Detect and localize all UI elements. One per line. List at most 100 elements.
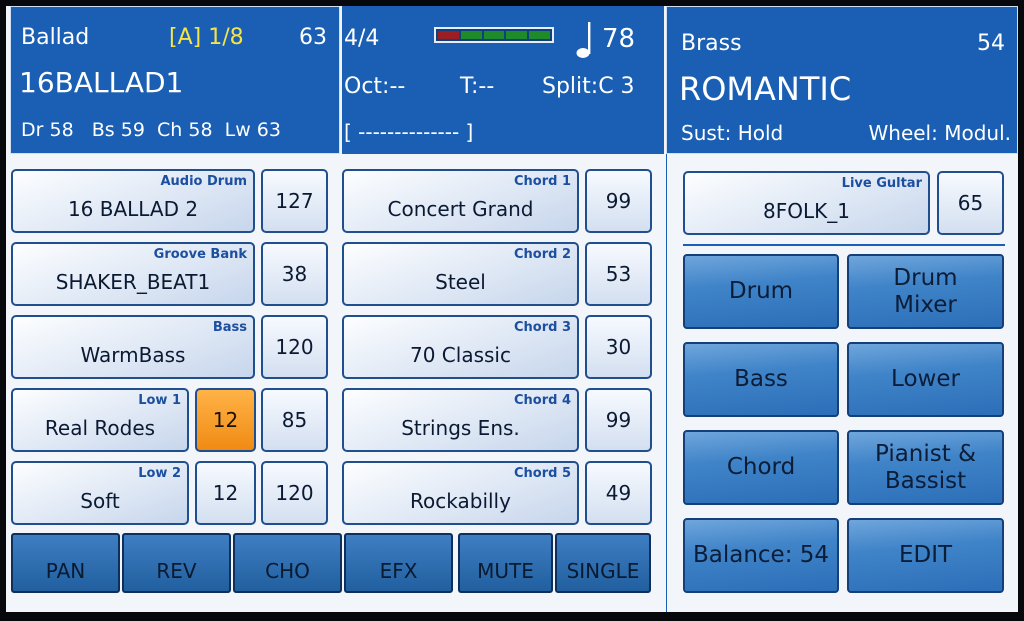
low2-volume[interactable]: 120 xyxy=(261,461,328,525)
volume-value: 120 xyxy=(275,335,314,359)
style-panel[interactable]: Ballad [A] 1/8 63 16BALLAD1 Dr 58 Bs 59 … xyxy=(10,6,340,154)
audio-drum-button[interactable]: Audio Drum 16 BALLAD 2 xyxy=(11,169,255,233)
track-category: Low 2 xyxy=(138,466,181,481)
low2-button[interactable]: Low 2 Soft xyxy=(11,461,189,525)
track-sound: Strings Ens. xyxy=(401,416,520,440)
chord5-volume[interactable]: 49 xyxy=(585,461,652,525)
style-variation: [A] 1/8 xyxy=(169,25,244,50)
bass-track-volume[interactable]: 120 xyxy=(261,315,328,379)
tempo-value[interactable]: 78 xyxy=(602,26,635,52)
sustain-setting: Sust: Hold xyxy=(681,121,784,145)
volume-value: 30 xyxy=(605,335,632,359)
audio-drum-volume[interactable]: 127 xyxy=(261,169,328,233)
track-category: Chord 2 xyxy=(513,247,571,262)
volume-value: 85 xyxy=(281,408,308,432)
track-category: Live Gultar xyxy=(841,176,922,191)
chord5-button[interactable]: Chord 5 Rockabilly xyxy=(342,461,579,525)
volume-value: 99 xyxy=(605,408,632,432)
pan-button[interactable]: PAN xyxy=(11,533,120,593)
panel-divider xyxy=(666,154,667,612)
time-signature: 4/4 xyxy=(344,26,380,51)
drum-button[interactable]: Drum xyxy=(683,254,839,329)
style-title: 16BALLAD1 xyxy=(19,66,184,99)
bass-track-button[interactable]: Bass WarmBass xyxy=(11,315,255,379)
meter-segment xyxy=(529,31,550,39)
track-category: Bass xyxy=(212,320,247,335)
chord3-volume[interactable]: 30 xyxy=(585,315,652,379)
groove-bank-button[interactable]: Groove Bank SHAKER_BEAT1 xyxy=(11,242,255,306)
chord-display: [ -------------- ] xyxy=(344,120,474,144)
live-guitar-button[interactable]: Live Gultar 8FOLK_1 xyxy=(683,171,930,235)
volume-value: 127 xyxy=(275,189,314,213)
rev-button[interactable]: REV xyxy=(122,533,231,593)
style-name: Ballad xyxy=(21,25,90,50)
track-category: Chord 4 xyxy=(513,393,571,408)
lower-button[interactable]: Lower xyxy=(847,342,1004,417)
track-sound: SHAKER_BEAT1 xyxy=(55,270,211,294)
drum-mixer-button[interactable]: Drum Mixer xyxy=(847,254,1004,329)
octave-value: Oct:-- xyxy=(344,74,406,99)
chord2-button[interactable]: Chord 2 Steel xyxy=(342,242,579,306)
mute-button[interactable]: MUTE xyxy=(458,533,553,593)
transpose-value: T:-- xyxy=(460,74,495,99)
track-sound: 8FOLK_1 xyxy=(763,199,850,223)
meter-segment xyxy=(460,31,482,39)
low1-volume[interactable]: 85 xyxy=(261,388,328,452)
cho-button[interactable]: CHO xyxy=(233,533,342,593)
voice-family: Brass xyxy=(681,31,742,56)
single-button[interactable]: SINGLE xyxy=(555,533,651,593)
chord2-volume[interactable]: 53 xyxy=(585,242,652,306)
meter-segment xyxy=(438,31,459,39)
track-category: Groove Bank xyxy=(153,247,247,262)
chord-mixer-button[interactable]: Chord xyxy=(683,430,839,505)
groove-bank-volume[interactable]: 38 xyxy=(261,242,328,306)
low2-octave-value[interactable]: 12 xyxy=(195,461,256,525)
level-meter xyxy=(434,27,554,43)
octave-value: 12 xyxy=(212,481,239,505)
chord4-volume[interactable]: 99 xyxy=(585,388,652,452)
part-volumes: Dr 58 Bs 59 Ch 58 Lw 63 xyxy=(21,119,281,141)
section-separator xyxy=(683,244,1005,246)
voice-panel[interactable]: Brass 54 ROMANTIC Sust: Hold Wheel: Modu… xyxy=(666,6,1018,154)
track-sound: 70 Classic xyxy=(410,343,511,367)
style-number: 63 xyxy=(299,25,327,50)
track-sound: WarmBass xyxy=(80,343,186,367)
pianist-bassist-button[interactable]: Pianist & Bassist xyxy=(847,430,1004,505)
track-category: Chord 5 xyxy=(513,466,571,481)
low1-button[interactable]: Low 1 Real Rodes xyxy=(11,388,189,452)
voice-name: ROMANTIC xyxy=(679,70,852,108)
track-sound: 16 BALLAD 2 xyxy=(67,197,199,221)
wheel-setting: Wheel: Modul. xyxy=(868,121,1012,145)
volume-value: 99 xyxy=(605,189,632,213)
arranger-screen: Ballad [A] 1/8 63 16BALLAD1 Dr 58 Bs 59 … xyxy=(6,6,1018,612)
chord1-button[interactable]: Chord 1 Concert Grand xyxy=(342,169,579,233)
track-category: Chord 1 xyxy=(513,174,571,189)
track-sound: Concert Grand xyxy=(387,197,534,221)
edit-button[interactable]: EDIT xyxy=(847,518,1004,593)
volume-value: 120 xyxy=(275,481,314,505)
live-guitar-volume[interactable]: 65 xyxy=(937,171,1004,235)
octave-value: 12 xyxy=(212,408,239,432)
meter-segment xyxy=(506,31,528,39)
volume-value: 38 xyxy=(281,262,308,286)
track-category: Audio Drum xyxy=(160,174,247,189)
split-value: Split:C 3 xyxy=(542,74,635,99)
track-sound: Soft xyxy=(80,489,120,513)
volume-value: 65 xyxy=(957,191,984,215)
volume-value: 53 xyxy=(605,262,632,286)
bass-mixer-button[interactable]: Bass xyxy=(683,342,839,417)
track-sound: Real Rodes xyxy=(44,416,156,440)
track-sound: Rockabilly xyxy=(410,489,511,513)
track-category: Chord 3 xyxy=(513,320,571,335)
chord3-button[interactable]: Chord 3 70 Classic xyxy=(342,315,579,379)
low1-octave-value[interactable]: 12 xyxy=(195,388,256,452)
balance-button[interactable]: Balance: 54 xyxy=(683,518,839,593)
quarter-note-icon xyxy=(576,22,591,58)
efx-button[interactable]: EFX xyxy=(344,533,453,593)
chord4-button[interactable]: Chord 4 Strings Ens. xyxy=(342,388,579,452)
voice-number: 54 xyxy=(977,31,1005,56)
chord1-volume[interactable]: 99 xyxy=(585,169,652,233)
status-panel: 4/4 78 Oct:-- T:-- Split:C 3 [ ---------… xyxy=(342,6,664,154)
volume-value: 49 xyxy=(605,481,632,505)
track-sound: Steel xyxy=(435,270,486,294)
